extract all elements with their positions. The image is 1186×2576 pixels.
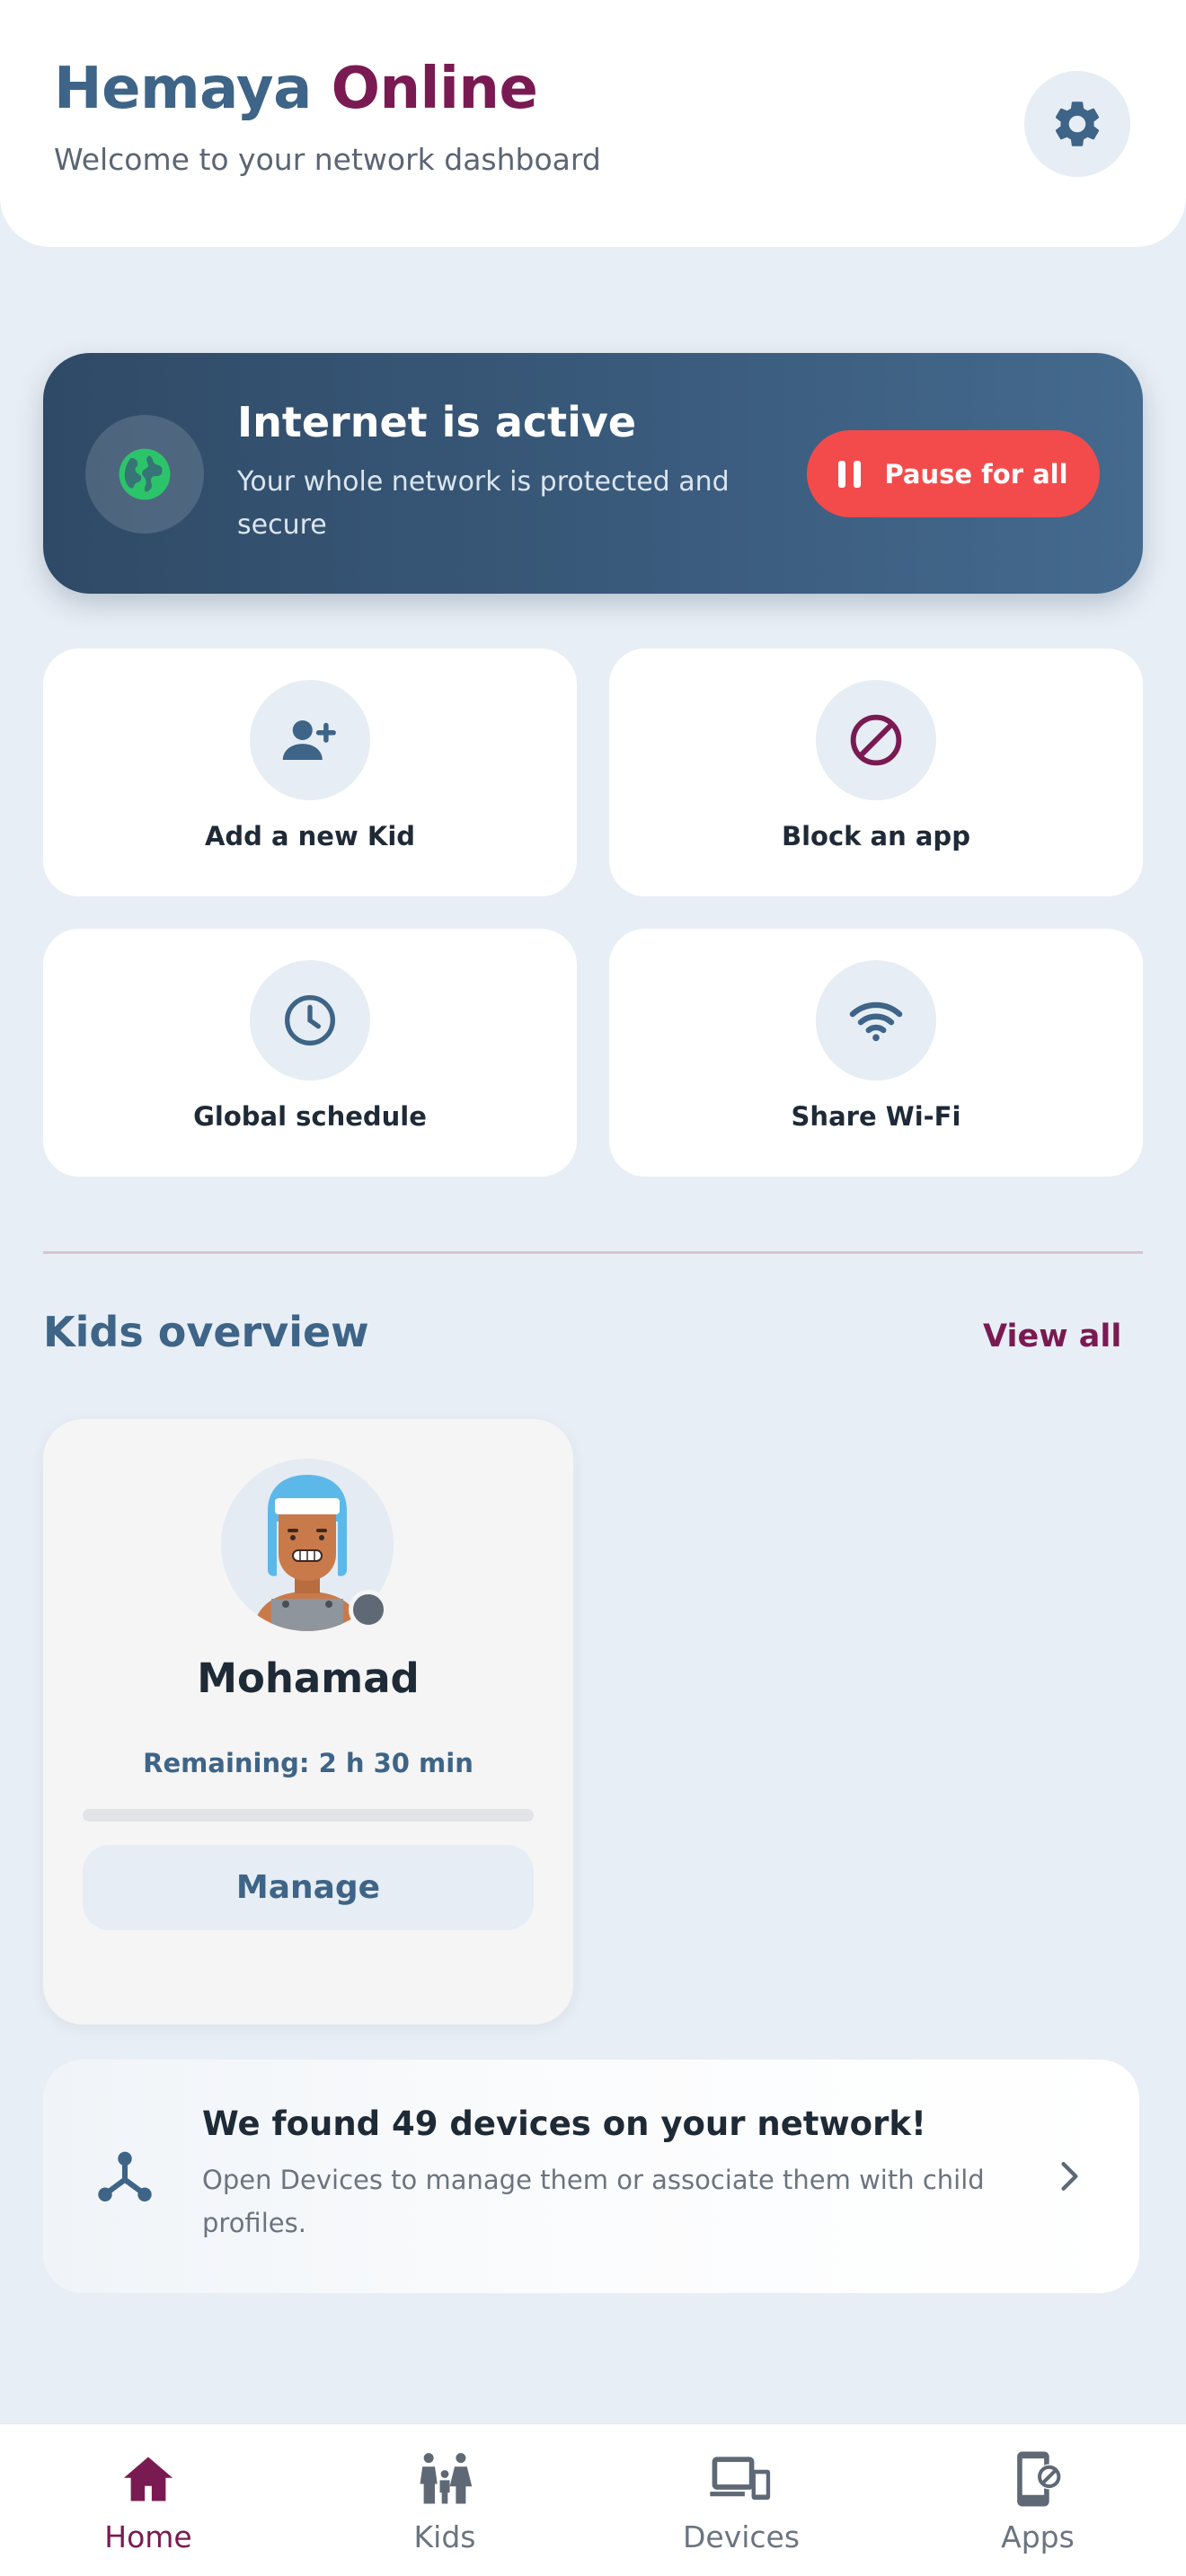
wifi-icon — [849, 1001, 903, 1042]
kid-card[interactable]: Mohamad Remaining: 2 h 30 min Manage — [43, 1419, 573, 2025]
header: Hemaya Online Welcome to your network da… — [0, 0, 1186, 247]
kids-overview-title: Kids overview — [43, 1308, 369, 1356]
kid-remaining-time: Remaining: 2 h 30 min — [143, 1748, 474, 1778]
add-user-icon-wrap — [250, 680, 370, 800]
devices-notice-title: We found 49 devices on your network! — [202, 2104, 926, 2143]
pause-icon — [838, 460, 862, 488]
add-user-icon — [282, 720, 336, 760]
tile-label: Share Wi-Fi — [791, 1101, 961, 1132]
settings-button[interactable] — [1024, 71, 1130, 177]
page-subtitle: Welcome to your network dashboard — [54, 142, 601, 177]
global-schedule-tile[interactable]: Global schedule — [43, 929, 577, 1177]
clock-icon-wrap — [250, 960, 370, 1081]
nav-devices[interactable]: Devices — [633, 2448, 849, 2555]
globe-icon-wrap — [85, 415, 204, 534]
nav-label: Apps — [1001, 2519, 1075, 2554]
network-icon — [98, 2151, 152, 2201]
bottom-navigation: Home Kids Devices Apps — [0, 2423, 1186, 2576]
app-title: Hemaya Online — [54, 56, 538, 122]
status-dot — [349, 1590, 388, 1629]
clock-icon — [285, 995, 335, 1045]
nav-apps[interactable]: Apps — [930, 2448, 1146, 2555]
wifi-icon-wrap — [816, 960, 936, 1081]
internet-status-banner: Internet is active Your whole network is… — [43, 353, 1143, 594]
home-icon — [123, 2457, 173, 2501]
nav-label: Devices — [682, 2519, 801, 2554]
block-app-tile[interactable]: Block an app — [609, 648, 1143, 896]
tile-label: Global schedule — [193, 1101, 427, 1132]
banner-description: Your whole network is protected and secu… — [237, 466, 730, 541]
chevron-right-icon — [1061, 2162, 1078, 2191]
banner-title: Internet is active — [237, 398, 637, 446]
block-icon — [850, 714, 902, 766]
add-kid-tile[interactable]: Add a new Kid — [43, 648, 577, 896]
tile-label: Add a new Kid — [204, 821, 416, 851]
app-block-icon — [1017, 2451, 1062, 2507]
gear-icon — [1055, 101, 1100, 146]
share-wifi-tile[interactable]: Share Wi-Fi — [609, 929, 1143, 1177]
devices-notice-card[interactable]: We found 49 devices on your network! Ope… — [43, 2060, 1139, 2293]
section-divider — [43, 1251, 1143, 1254]
kid-name: Mohamad — [197, 1654, 420, 1702]
nav-label: Home — [104, 2519, 192, 2554]
view-all-link[interactable]: View all — [983, 1319, 1121, 1354]
manage-button[interactable]: Manage — [83, 1845, 534, 1930]
pause-button-label: Pause for all — [884, 458, 1068, 490]
nav-label: Kids — [413, 2519, 476, 2554]
block-icon-wrap — [816, 680, 936, 800]
devices-icon — [710, 2457, 771, 2501]
nav-kids[interactable]: Kids — [337, 2448, 553, 2555]
time-progress-bar — [83, 1809, 534, 1822]
family-icon — [420, 2453, 473, 2504]
app-title-part2: Online — [331, 56, 538, 122]
app-title-part1: Hemaya — [54, 56, 312, 122]
devices-notice-description: Open Devices to manage them or associate… — [202, 2165, 985, 2238]
pause-for-all-button[interactable]: Pause for all — [807, 430, 1100, 517]
tile-label: Block an app — [782, 821, 970, 851]
nav-home[interactable]: Home — [40, 2448, 256, 2555]
globe-icon — [119, 448, 171, 500]
